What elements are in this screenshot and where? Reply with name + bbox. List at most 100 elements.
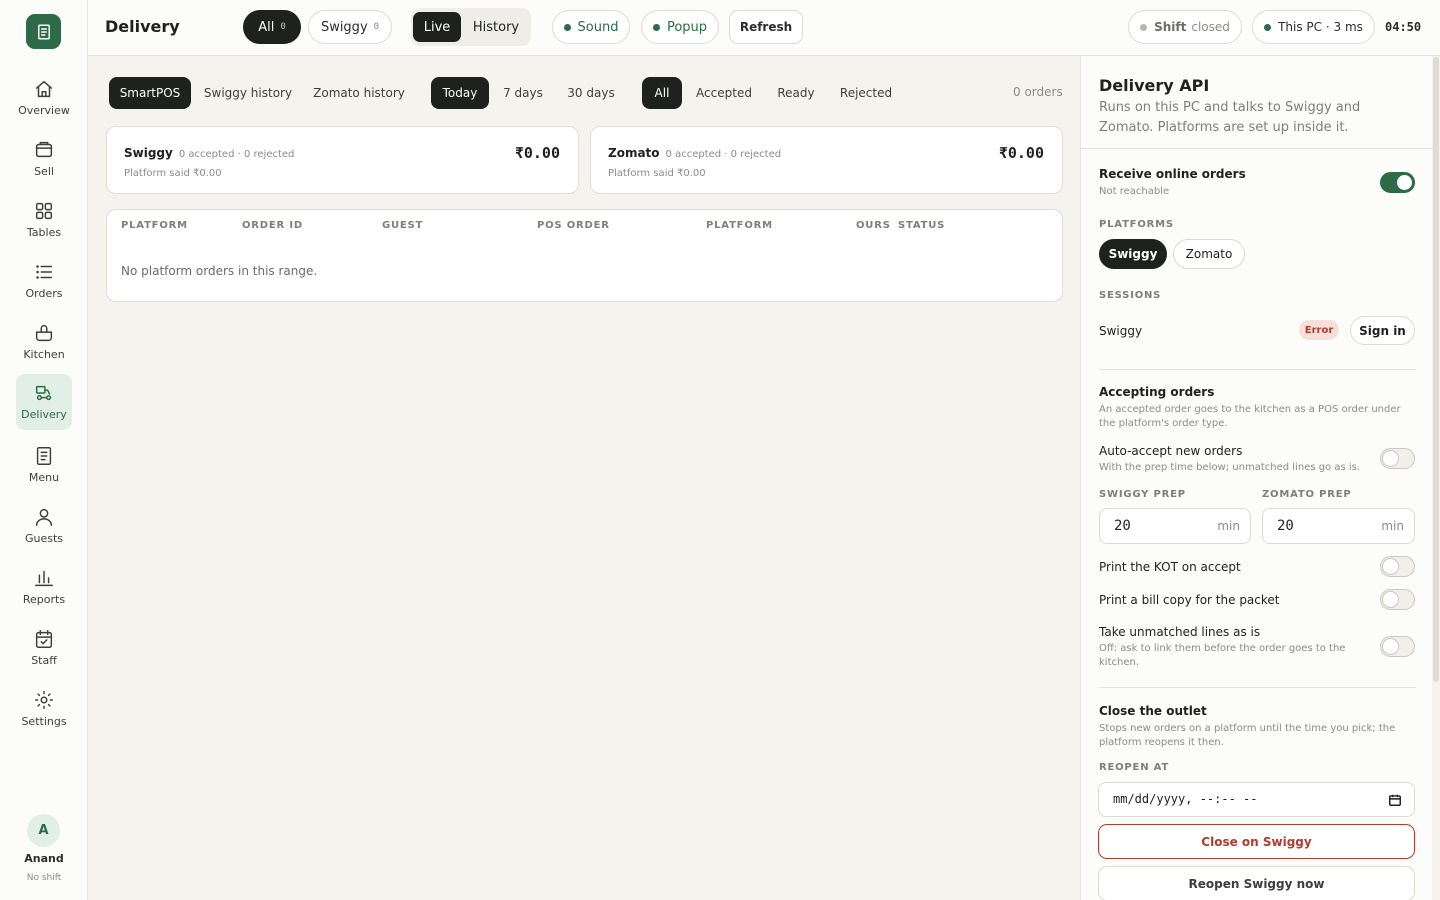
close-on-swiggy-button[interactable]: Close on Swiggy <box>1098 824 1415 859</box>
range-today[interactable]: Today <box>431 77 489 109</box>
sidebar-item-staff[interactable]: Staff <box>16 620 72 675</box>
popup-label: Popup <box>666 19 708 35</box>
sidebar-item-tables[interactable]: Tables <box>16 192 72 247</box>
status-accepted[interactable]: Accepted <box>690 77 758 109</box>
sound-toggle[interactable]: Sound <box>552 10 630 44</box>
grid-icon <box>35 202 53 220</box>
sidebar-item-label: Guests <box>24 532 64 545</box>
receipt-logo-icon <box>37 24 50 39</box>
prep-value: 20 <box>1277 518 1294 534</box>
card-platform: Swiggy <box>124 146 173 160</box>
platform-zomato-chip[interactable]: Zomato <box>1173 239 1245 269</box>
page-title: Delivery <box>105 17 180 36</box>
sidebar-item-orders[interactable]: Orders <box>16 253 72 308</box>
toggle-knob <box>1383 592 1398 607</box>
receive-orders-label: Receive online orders <box>1099 167 1246 181</box>
toggle-knob <box>1383 451 1398 466</box>
shift-state: closed <box>1191 20 1230 34</box>
column-header: GUEST <box>382 220 424 231</box>
top-bar: Delivery All 0 Swiggy 0 Live History Sou… <box>88 0 1440 56</box>
prep-value: 20 <box>1114 518 1131 534</box>
sidebar-item-settings[interactable]: Settings <box>16 681 72 736</box>
app-logo[interactable] <box>26 14 61 49</box>
close-outlet-title: Close the outlet <box>1099 704 1207 718</box>
sidebar-item-overview[interactable]: Overview <box>16 70 72 125</box>
calendar-icon[interactable] <box>1388 793 1402 807</box>
card-platform-said: Platform said ₹0.00 <box>608 168 706 179</box>
panel-scrollbar[interactable] <box>1433 57 1439 682</box>
calendar-icon <box>35 630 53 648</box>
filter-count: 0 <box>373 22 380 32</box>
tab-smartpos[interactable]: SmartPOS <box>109 77 191 109</box>
user-shift-status: No shift <box>26 873 62 883</box>
status-dot-icon <box>1264 23 1272 31</box>
list-icon <box>36 265 53 279</box>
device-label: This PC · 3 ms <box>1278 20 1363 34</box>
accepting-orders-title: Accepting orders <box>1099 385 1215 399</box>
prep-unit: min <box>1217 519 1240 533</box>
toggle-knob <box>1397 175 1412 190</box>
sidebar-item-label: Reports <box>22 593 66 606</box>
auto-accept-toggle[interactable] <box>1380 448 1415 469</box>
user-name: Anand <box>24 852 64 865</box>
history-tab[interactable]: History <box>463 12 529 42</box>
home-icon <box>35 80 53 98</box>
sidebar-item-guests[interactable]: Guests <box>16 498 72 553</box>
register-icon <box>35 141 53 158</box>
tab-swiggy-history[interactable]: Swiggy history <box>197 77 299 109</box>
session-name: Swiggy <box>1099 324 1143 338</box>
range-30-days[interactable]: 30 days <box>559 77 623 109</box>
column-header: STATUS <box>898 220 946 231</box>
reopen-swiggy-button[interactable]: Reopen Swiggy now <box>1098 866 1415 900</box>
column-header: OURS <box>856 220 891 231</box>
print-bill-toggle[interactable] <box>1380 589 1415 610</box>
zomato-prep-caption: ZOMATO PREP <box>1262 489 1352 500</box>
shift-label: Shift <box>1154 20 1187 34</box>
orders-table: PLATFORM ORDER ID GUEST POS ORDER PLATFO… <box>106 209 1063 302</box>
reopen-at-caption: REOPEN AT <box>1099 762 1170 773</box>
tab-zomato-history[interactable]: Zomato history <box>307 77 411 109</box>
status-ready[interactable]: Ready <box>768 77 824 109</box>
person-icon <box>35 508 53 526</box>
zomato-prep-input[interactable]: 20 min <box>1262 508 1415 544</box>
status-all[interactable]: All <box>642 77 682 109</box>
sidebar-item-delivery[interactable]: Delivery <box>16 374 72 430</box>
swiggy-prep-input[interactable]: 20 min <box>1099 508 1251 544</box>
sidebar-item-reports[interactable]: Reports <box>16 559 72 614</box>
receive-orders-toggle[interactable] <box>1380 172 1415 193</box>
platforms-caption: PLATFORMS <box>1099 219 1174 230</box>
sidebar-item-label: Overview <box>18 104 70 117</box>
sidebar-item-label: Sell <box>34 165 54 178</box>
unmatched-lines-toggle[interactable] <box>1380 636 1415 657</box>
close-outlet-desc: Stops new orders on a platform until the… <box>1099 723 1396 748</box>
sessions-caption: SESSIONS <box>1099 290 1162 301</box>
avatar[interactable]: A <box>27 814 60 847</box>
filter-swiggy-button[interactable]: Swiggy 0 <box>308 10 392 44</box>
card-platform: Zomato <box>608 146 660 160</box>
sidebar-item-menu[interactable]: Menu <box>16 437 72 492</box>
print-kot-label: Print the KOT on accept <box>1099 560 1241 574</box>
popup-toggle[interactable]: Popup <box>641 10 719 44</box>
empty-state: No platform orders in this range. <box>121 264 318 278</box>
print-kot-toggle[interactable] <box>1380 556 1415 577</box>
swiggy-prep-caption: SWIGGY PREP <box>1099 489 1186 500</box>
column-header: POS ORDER <box>537 220 610 231</box>
status-rejected[interactable]: Rejected <box>832 77 900 109</box>
panel-subtitle: Runs on this PC and talks to Swiggy and … <box>1099 100 1361 135</box>
sidebar-item-sell[interactable]: Sell <box>16 131 72 186</box>
unmatched-lines-desc: Off: ask to link them before the order g… <box>1099 643 1346 668</box>
range-7-days[interactable]: 7 days <box>497 77 549 109</box>
sign-in-button[interactable]: Sign in <box>1350 316 1415 345</box>
column-header: ORDER ID <box>242 220 303 231</box>
sidebar-item-kitchen[interactable]: Kitchen <box>16 314 72 369</box>
refresh-button[interactable]: Refresh <box>729 10 803 44</box>
swiggy-summary-card: Swiggy 0 accepted · 0 rejected Platform s… <box>106 126 579 194</box>
shift-status: Shift closed <box>1128 10 1242 44</box>
panel-title: Delivery API <box>1099 76 1210 95</box>
reopen-datetime-input[interactable]: mm/dd/yyyy, --:-- -- <box>1098 782 1415 817</box>
datetime-placeholder: mm/dd/yyyy, --:-- -- <box>1113 792 1258 806</box>
status-dot-icon <box>652 23 660 31</box>
filter-all-button[interactable]: All 0 <box>243 10 301 44</box>
platform-swiggy-chip[interactable]: Swiggy <box>1099 239 1167 269</box>
live-tab[interactable]: Live <box>413 12 461 42</box>
